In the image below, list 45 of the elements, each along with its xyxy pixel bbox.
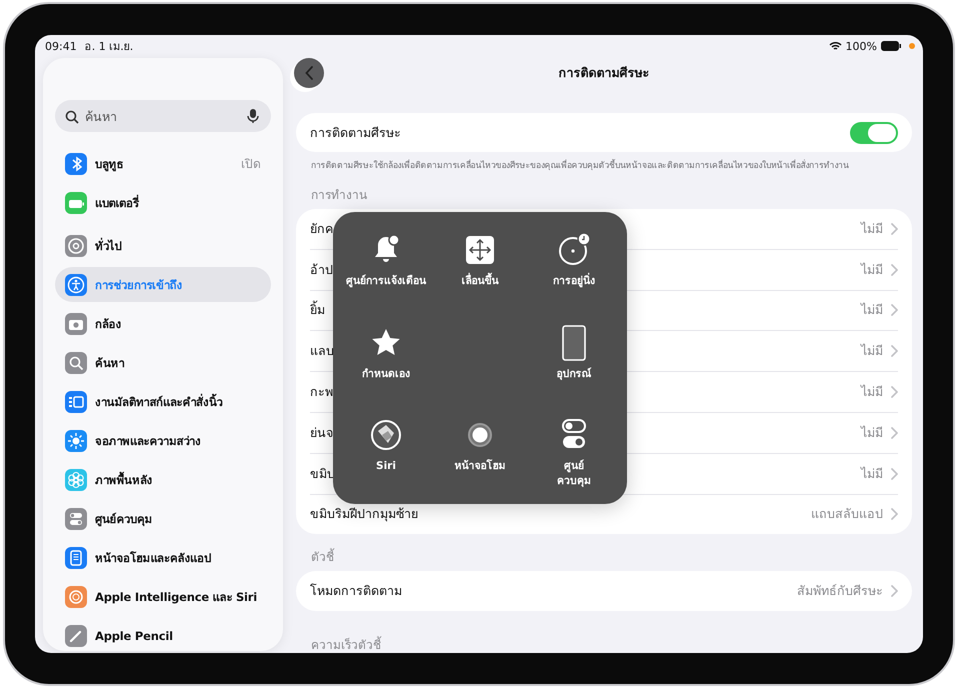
sidebar-item[interactable]: ค้นหา — [55, 345, 271, 380]
sidebar-item[interactable]: แบตเตอรี่ — [55, 185, 271, 220]
chevron-icon — [891, 264, 898, 276]
menu-item[interactable]: เลื่อนขึ้น — [433, 222, 527, 315]
back-button[interactable] — [294, 58, 324, 88]
menu-item[interactable]: ศูนย์การแจ้งเตือน — [339, 222, 433, 315]
privacy-dot — [909, 43, 915, 49]
chevron-icon — [891, 508, 898, 520]
description-text: การติดตามศีรษะใช้กล้องเพื่อติดตามการเคลื่อนไหวของศีรษะของคุณเพื่อควบคุมตัวชี้บนหน้าจอและติดตามการเคลื่อนไหวของใบหน้าเพื่อสั่งการทำงาน — [311, 158, 850, 172]
sidebar-item[interactable]: บลูทูธ เปิด — [55, 146, 271, 181]
menu-item[interactable]: อุปกรณ์ — [527, 314, 621, 408]
sidebar-item[interactable]: ทั่วไป — [55, 228, 271, 263]
chevron-icon — [891, 585, 898, 598]
sidebar-item[interactable]: ภาพพื้นหลัง — [55, 462, 271, 497]
chevron-icon — [891, 345, 898, 358]
chevron-icon — [891, 468, 898, 480]
battery-icon — [881, 41, 901, 51]
toggle-switch[interactable] — [850, 122, 898, 144]
search-icon — [65, 110, 79, 124]
sidebar-item[interactable]: ศูนย์ควบคุม — [55, 501, 271, 536]
wifi-icon — [828, 41, 842, 51]
sidebar-item[interactable]: งานมัลติทาสก์และคำสั่งนิ้ว — [55, 384, 271, 419]
sidebar-item[interactable]: Apple Pencil — [55, 618, 271, 651]
chevron-icon — [891, 386, 898, 398]
sidebar-item[interactable]: หน้าจอโฮมและคลังแอป — [55, 540, 271, 575]
back-chevron-icon — [304, 66, 314, 80]
item-value: เปิด — [241, 156, 261, 173]
setting-label: การติดตามศีรษะ — [310, 124, 402, 142]
sidebar-item[interactable]: จอภาพและความสว่าง — [55, 423, 271, 458]
microphone-icon[interactable] — [247, 108, 259, 124]
menu-item[interactable]: กำหนดเอง — [339, 314, 433, 408]
chevron-icon — [891, 304, 898, 316]
section-header: ตัวชี้ — [311, 547, 336, 566]
page-title: การติดตามศีรษะ — [558, 65, 650, 80]
sidebar-item[interactable]: Apple Intelligence และ Siri — [55, 579, 271, 614]
sidebar-item[interactable]: กล้อง — [55, 306, 271, 341]
battery-percent: 100% — [846, 40, 877, 52]
section-header: ความเร็วตัวชี้ — [311, 635, 382, 653]
menu-item[interactable]: การอยู่นิ่ง — [527, 222, 621, 315]
status-time: 09:41 — [45, 40, 77, 52]
chevron-icon — [891, 426, 898, 439]
section-header: การทำงาน — [311, 187, 368, 204]
search-field[interactable]: ค้นหา — [55, 100, 271, 132]
chevron-icon — [891, 222, 898, 235]
status-date: อ. 1 เม.ย. — [84, 39, 134, 55]
